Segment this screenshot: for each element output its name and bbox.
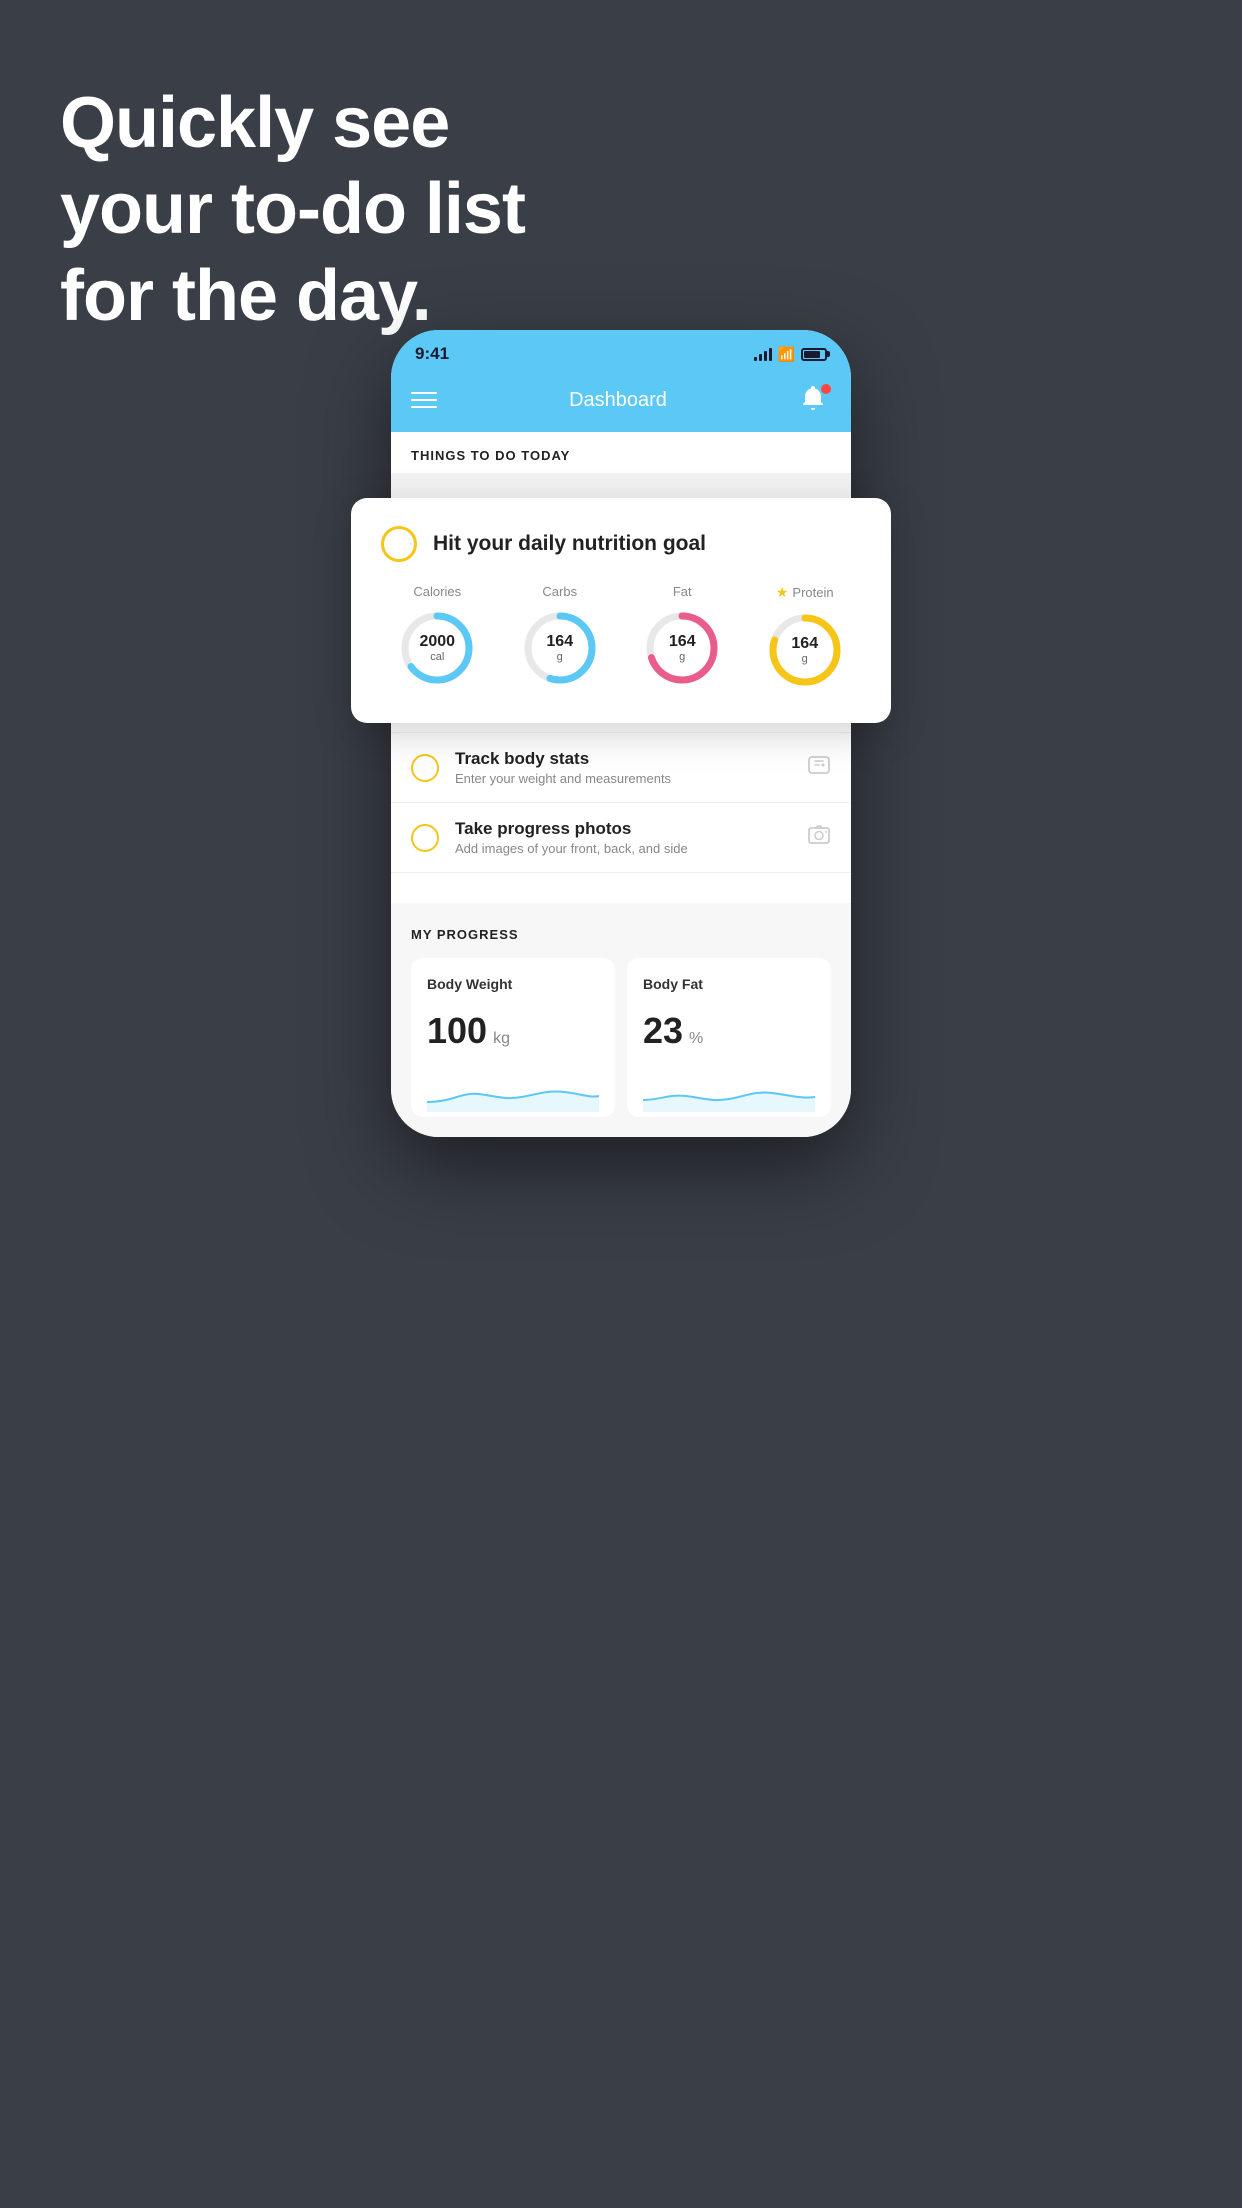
nutrition-protein: ★ Protein 164 g [764,584,846,691]
calories-donut: 2000 cal [396,607,478,689]
progress-section-title: MY PROGRESS [411,927,831,942]
progress-section: MY PROGRESS Body Weight 100 kg Body Fat … [391,903,851,1137]
hero-line-2: your to-do list [60,166,525,252]
calories-unit: cal [419,651,455,663]
body-weight-title: Body Weight [427,976,599,992]
todo-subtitle-progress-photos: Add images of your front, back, and side [455,841,791,856]
todo-circle-progress-photos [411,824,439,852]
hero-line-3: for the day. [60,253,525,339]
body-fat-chart [643,1072,815,1112]
hero-text: Quickly see your to-do list for the day. [60,80,525,339]
carbs-value: 164 [546,633,573,651]
scale-icon [807,753,831,783]
nutrition-fat: Fat 164 g [641,584,723,691]
photo-icon [807,823,831,853]
card-title: Hit your daily nutrition goal [433,532,706,556]
body-weight-value: 100 [427,1010,487,1052]
nutrition-grid: Calories 2000 cal Carbs [381,584,861,691]
todo-circle-body-stats [411,754,439,782]
body-fat-card[interactable]: Body Fat 23 % [627,958,831,1117]
body-fat-title: Body Fat [643,976,815,992]
todo-subtitle-body-stats: Enter your weight and measurements [455,771,791,786]
fat-label: Fat [673,584,692,599]
wifi-icon: 📶 [778,346,795,363]
header-title: Dashboard [569,389,667,412]
todo-item-progress-photos[interactable]: Take progress photos Add images of your … [391,803,851,873]
app-header: Dashboard [391,374,851,432]
progress-cards: Body Weight 100 kg Body Fat 23 % [411,958,831,1117]
body-fat-value: 23 [643,1010,683,1052]
star-icon: ★ [776,584,789,601]
body-fat-unit: % [689,1030,703,1048]
battery-icon [801,348,827,361]
nutrition-calories: Calories 2000 cal [396,584,478,691]
goal-circle-check [381,526,417,562]
notification-bell-icon[interactable] [799,384,831,416]
status-bar: 9:41 📶 [391,330,851,374]
carbs-unit: g [546,651,573,663]
fat-donut: 164 g [641,607,723,689]
body-weight-card[interactable]: Body Weight 100 kg [411,958,615,1117]
protein-value: 164 [791,635,818,653]
notification-dot [821,384,831,394]
status-icons: 📶 [754,346,827,363]
hamburger-menu[interactable] [411,392,437,408]
todo-title-progress-photos: Take progress photos [455,819,791,839]
nutrition-goal-card: Hit your daily nutrition goal Calories 2… [351,498,891,723]
protein-unit: g [791,653,818,665]
body-weight-chart [427,1072,599,1112]
carbs-label: Carbs [542,584,577,599]
section-header: THINGS TO DO TODAY [391,432,851,473]
section-title: THINGS TO DO TODAY [411,448,831,463]
fat-value: 164 [669,633,696,651]
nutrition-carbs: Carbs 164 g [519,584,601,691]
protein-label: ★ Protein [776,584,834,601]
protein-donut: 164 g [764,609,846,691]
calories-label: Calories [413,584,461,599]
fat-unit: g [669,651,696,663]
signal-icon [754,347,772,361]
hero-line-1: Quickly see [60,80,525,166]
calories-value: 2000 [419,633,455,651]
todo-item-body-stats[interactable]: Track body stats Enter your weight and m… [391,733,851,803]
phone-mockup: 9:41 📶 Dashboard [391,330,851,1137]
carbs-donut: 164 g [519,607,601,689]
body-weight-unit: kg [493,1030,510,1048]
status-time: 9:41 [415,344,449,364]
todo-title-body-stats: Track body stats [455,749,791,769]
